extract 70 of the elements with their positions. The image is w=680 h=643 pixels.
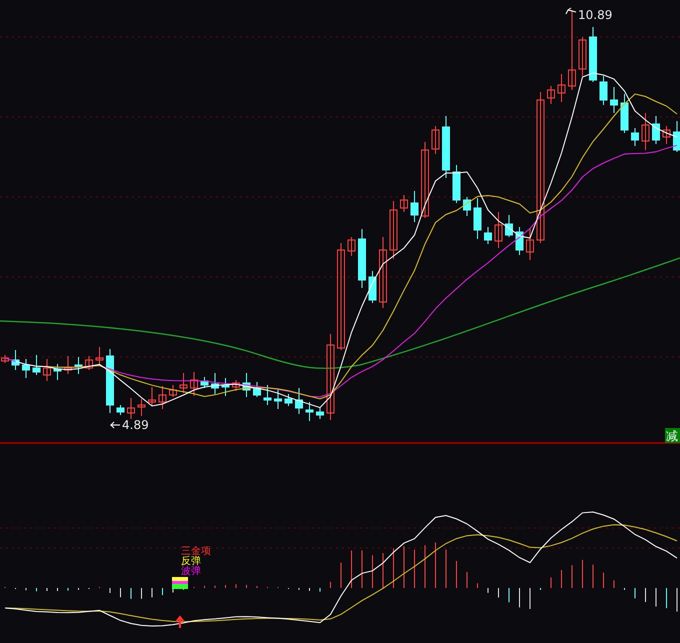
candlestick bbox=[274, 390, 282, 410]
candlestick bbox=[463, 196, 471, 216]
signal-block-icon bbox=[172, 577, 188, 589]
signal-label: 三金项 bbox=[181, 546, 211, 557]
candlestick bbox=[127, 398, 135, 420]
candlestick bbox=[264, 384, 272, 406]
candlestick bbox=[253, 382, 261, 398]
leader-line bbox=[110, 422, 120, 428]
candlestick bbox=[64, 356, 72, 374]
candlestick bbox=[589, 26, 597, 82]
candlestick bbox=[54, 364, 62, 380]
candlestick bbox=[390, 200, 398, 260]
candlestick bbox=[474, 198, 482, 240]
candlestick bbox=[96, 346, 104, 366]
candlestick bbox=[379, 236, 387, 308]
candlestick bbox=[484, 226, 492, 244]
candlestick bbox=[158, 386, 166, 410]
leader-line bbox=[566, 8, 576, 14]
candlestick bbox=[662, 126, 670, 144]
candlestick bbox=[642, 112, 650, 150]
candlestick bbox=[620, 94, 628, 134]
candlestick bbox=[12, 350, 20, 370]
candlestick bbox=[43, 358, 51, 382]
candlestick bbox=[22, 358, 30, 378]
candlestick bbox=[410, 190, 418, 222]
candlestick bbox=[232, 380, 240, 392]
candlestick bbox=[1, 354, 9, 364]
candlestick bbox=[116, 404, 124, 416]
candlestick bbox=[452, 164, 460, 204]
candlestick bbox=[673, 120, 680, 152]
candlestick bbox=[610, 86, 618, 114]
candlestick bbox=[106, 348, 114, 414]
candlestick bbox=[85, 356, 93, 370]
signal-label: 反弹 bbox=[181, 556, 201, 567]
candlestick bbox=[526, 228, 534, 260]
candlestick bbox=[348, 236, 356, 256]
high-price-label: 10.89 bbox=[578, 8, 612, 22]
candlestick bbox=[190, 372, 198, 396]
candlestick bbox=[494, 212, 502, 248]
candlestick bbox=[631, 128, 639, 146]
candlestick bbox=[74, 356, 82, 374]
candlestick bbox=[442, 116, 450, 178]
candlestick bbox=[138, 398, 146, 416]
candlestick bbox=[652, 116, 660, 144]
candlestick bbox=[295, 388, 303, 414]
candlestick bbox=[148, 386, 156, 406]
candlestick bbox=[432, 126, 440, 154]
candlestick bbox=[306, 402, 314, 422]
candlestick bbox=[200, 376, 208, 388]
candlestick bbox=[400, 194, 408, 212]
candlestick bbox=[547, 86, 555, 104]
candlestick bbox=[558, 74, 566, 102]
candlestick bbox=[368, 270, 376, 304]
candlestick bbox=[284, 394, 292, 406]
candlestick bbox=[316, 408, 324, 420]
candlestick bbox=[32, 354, 40, 376]
candlestick bbox=[242, 372, 250, 398]
candlestick bbox=[222, 378, 230, 396]
candlestick bbox=[578, 36, 586, 76]
candlestick bbox=[211, 372, 219, 394]
candlestick bbox=[505, 214, 513, 238]
candlestick bbox=[600, 76, 608, 106]
arrow-up-icon bbox=[175, 615, 185, 629]
candlestick bbox=[516, 226, 524, 256]
signal-label: 波弹 bbox=[181, 566, 201, 577]
candlestick bbox=[358, 228, 366, 288]
candlestick bbox=[169, 384, 177, 398]
candlestick bbox=[180, 372, 188, 394]
low-price-label: 4.89 bbox=[122, 418, 149, 432]
signal-badge: 减 bbox=[665, 428, 680, 443]
